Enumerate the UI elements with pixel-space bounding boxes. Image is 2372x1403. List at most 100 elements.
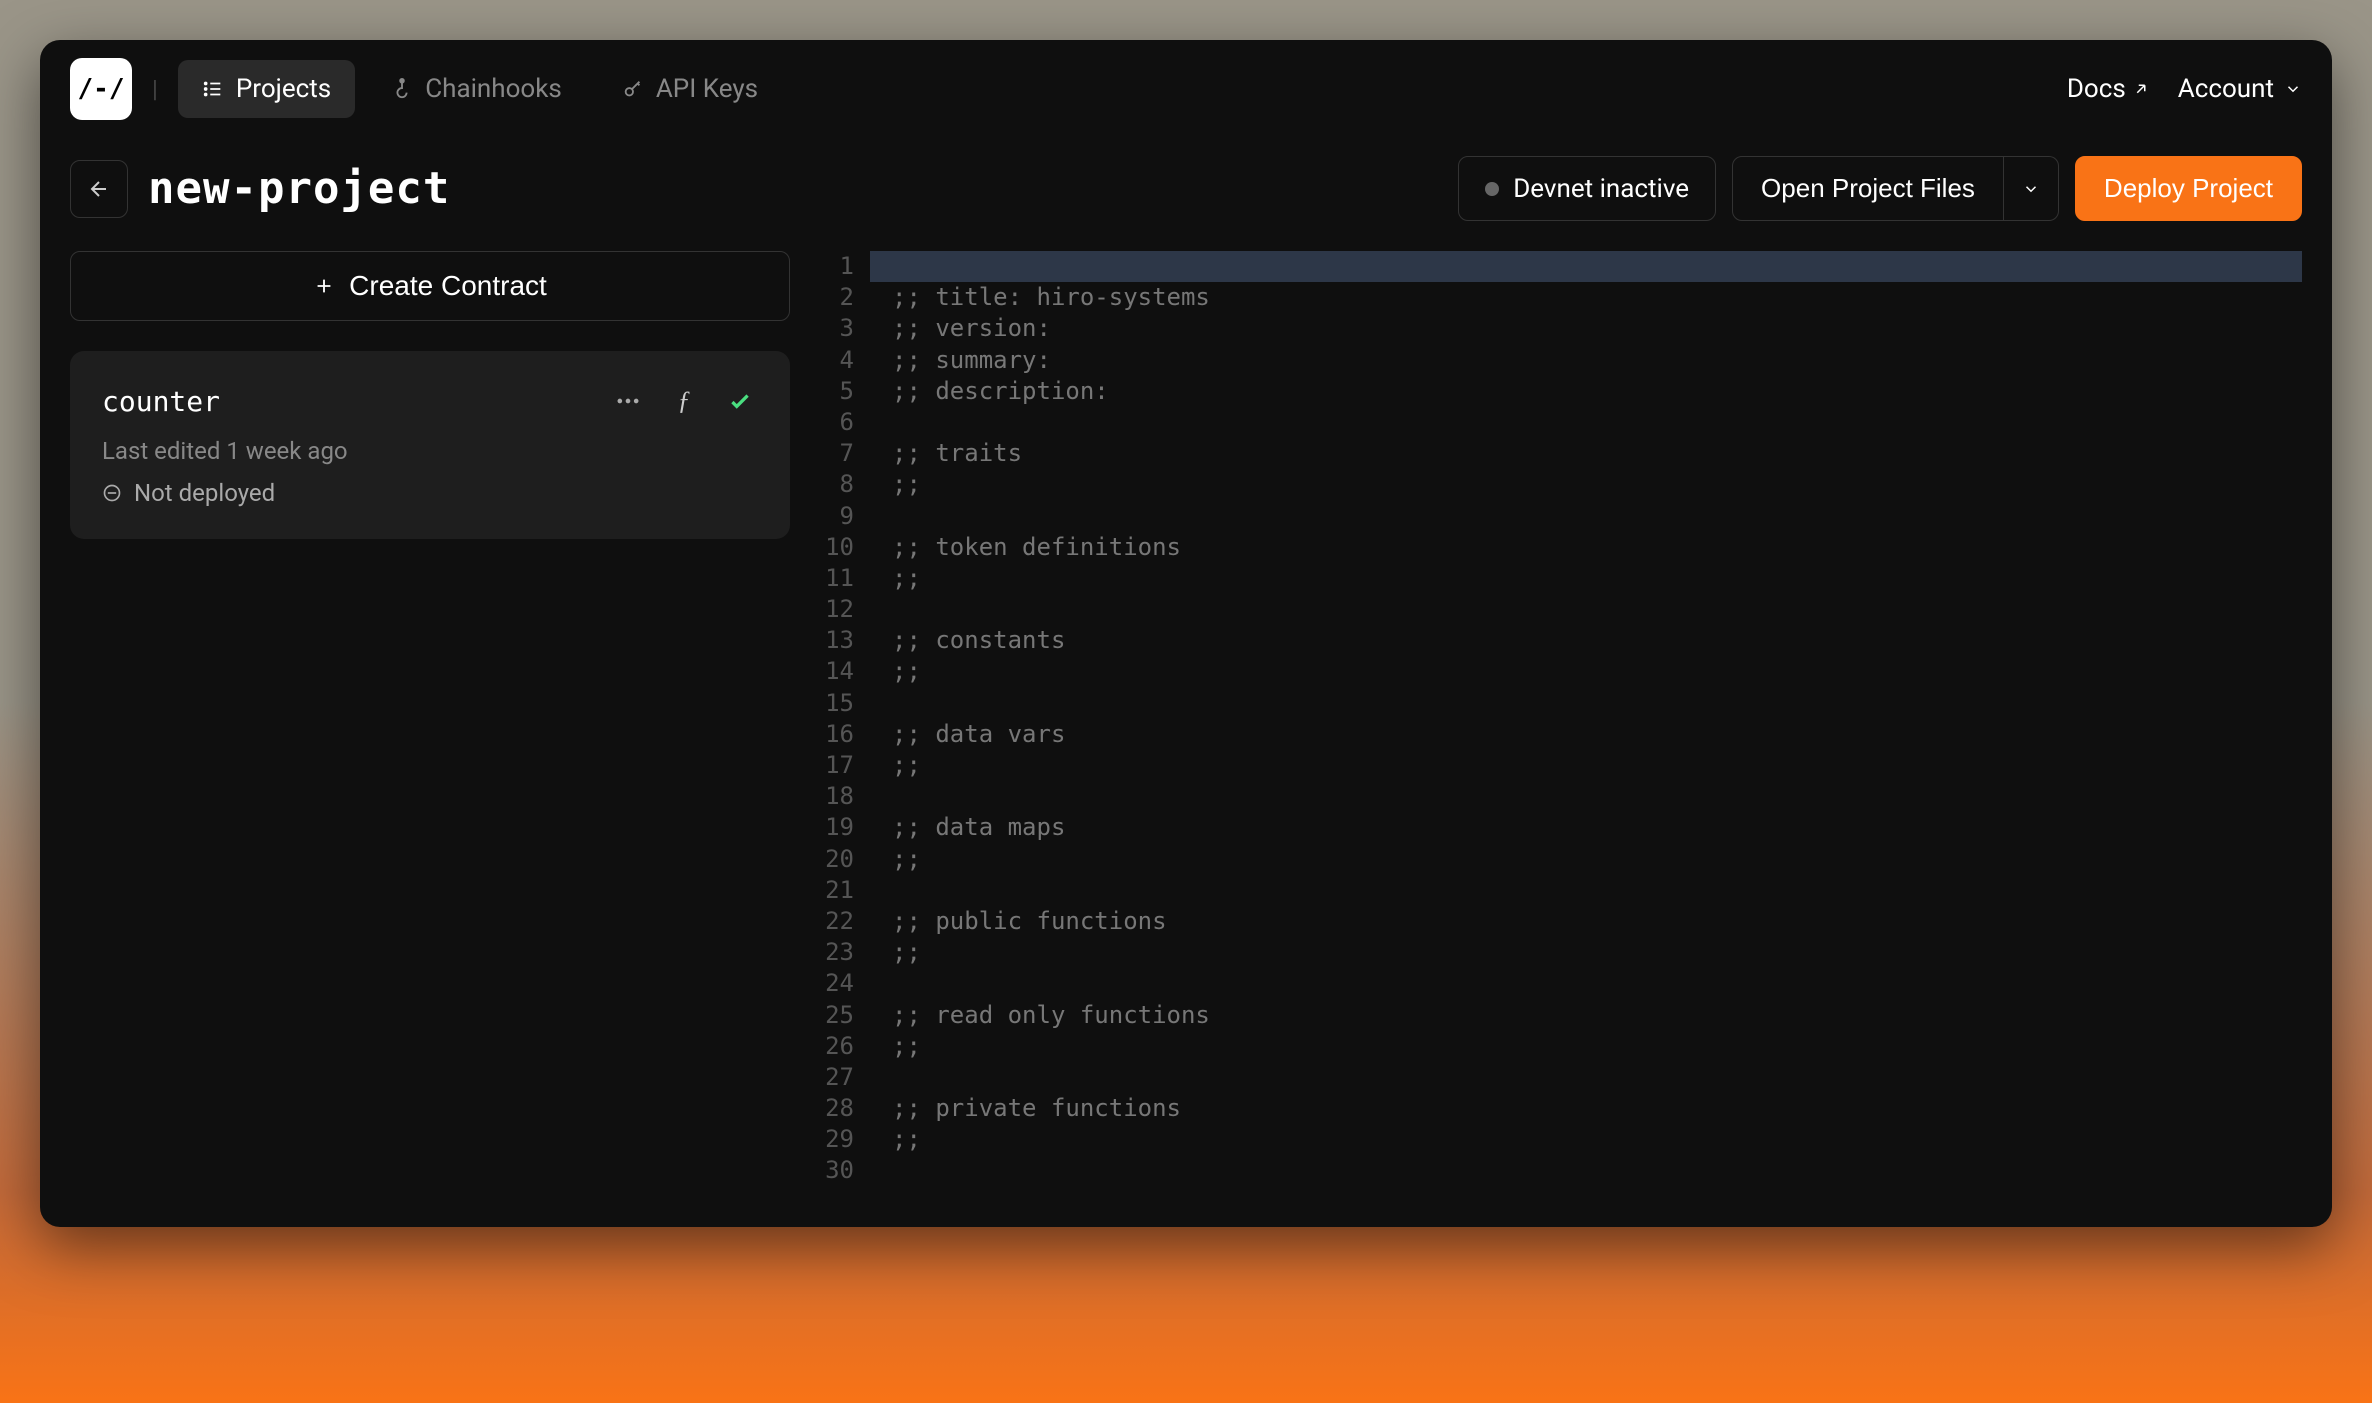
editor-line[interactable]: 22;; public functions [820, 906, 2302, 937]
editor-line[interactable]: 14;; [820, 656, 2302, 687]
editor-line[interactable]: 1 [820, 251, 2302, 282]
editor-line[interactable]: 5;; description: [820, 376, 2302, 407]
editor-line[interactable]: 8;; [820, 469, 2302, 500]
line-number: 20 [820, 844, 870, 875]
line-number: 28 [820, 1093, 870, 1124]
line-number: 24 [820, 968, 870, 999]
docs-label: Docs [2067, 74, 2126, 104]
code-text: ;; read only functions [870, 1000, 2302, 1031]
code-text: ;; public functions [870, 906, 2302, 937]
editor-line[interactable]: 19;; data maps [820, 812, 2302, 843]
code-text: ;; [870, 1124, 2302, 1155]
editor-line[interactable]: 10;; token definitions [820, 532, 2302, 563]
editor-line[interactable]: 30 [820, 1155, 2302, 1186]
nav-api-keys[interactable]: API Keys [598, 60, 782, 118]
line-number: 18 [820, 781, 870, 812]
editor-line[interactable]: 17;; [820, 750, 2302, 781]
editor-line[interactable]: 23;; [820, 937, 2302, 968]
line-number: 11 [820, 563, 870, 594]
editor-line[interactable]: 4;; summary: [820, 345, 2302, 376]
logo[interactable]: /-/ [70, 58, 132, 120]
code-text [870, 594, 2302, 625]
deploy-project-button[interactable]: Deploy Project [2075, 156, 2302, 221]
code-editor[interactable]: 12;; title: hiro-systems3;; version:4;; … [820, 251, 2302, 1187]
line-number: 1 [820, 251, 870, 282]
line-number: 13 [820, 625, 870, 656]
editor-line[interactable]: 15 [820, 688, 2302, 719]
create-contract-button[interactable]: Create Contract [70, 251, 790, 321]
code-text [870, 688, 2302, 719]
account-menu[interactable]: Account [2178, 74, 2302, 104]
list-icon [202, 78, 224, 100]
sidebar: Create Contract counter ƒ Last edited 1 … [70, 251, 790, 1187]
line-number: 26 [820, 1031, 870, 1062]
code-text: ;; private functions [870, 1093, 2302, 1124]
editor-line[interactable]: 12 [820, 594, 2302, 625]
code-text [870, 501, 2302, 532]
key-icon [622, 78, 644, 100]
line-number: 5 [820, 376, 870, 407]
contract-card-header: counter ƒ [102, 383, 758, 419]
code-text: ;; [870, 563, 2302, 594]
docs-link[interactable]: Docs [2067, 74, 2150, 104]
line-number: 3 [820, 313, 870, 344]
editor-line[interactable]: 11;; [820, 563, 2302, 594]
code-text: ;; [870, 1031, 2302, 1062]
code-text [870, 1155, 2302, 1186]
line-number: 19 [820, 812, 870, 843]
back-button[interactable] [70, 160, 128, 218]
circle-slash-icon [102, 483, 122, 503]
code-text: ;; [870, 656, 2302, 687]
nav-projects[interactable]: Projects [178, 60, 355, 118]
open-project-files-button[interactable]: Open Project Files [1732, 156, 2004, 221]
editor-line[interactable]: 7;; traits [820, 438, 2302, 469]
line-number: 17 [820, 750, 870, 781]
deploy-status-label: Not deployed [134, 479, 275, 507]
editor-line[interactable]: 29;; [820, 1124, 2302, 1155]
editor-line[interactable]: 27 [820, 1062, 2302, 1093]
editor-line[interactable]: 16;; data vars [820, 719, 2302, 750]
editor-line[interactable]: 21 [820, 875, 2302, 906]
line-number: 22 [820, 906, 870, 937]
main-content: Create Contract counter ƒ Last edited 1 … [40, 251, 2332, 1227]
dots-horizontal-icon [614, 387, 642, 415]
more-menu-button[interactable] [610, 383, 646, 419]
editor-line[interactable]: 9 [820, 501, 2302, 532]
contract-last-edited: Last edited 1 week ago [102, 437, 758, 465]
nav-chainhooks[interactable]: Chainhooks [367, 60, 586, 118]
arrow-left-icon [87, 177, 111, 201]
contract-deploy-status: Not deployed [102, 479, 758, 507]
external-link-icon [2132, 80, 2150, 98]
line-number: 12 [820, 594, 870, 625]
contract-card[interactable]: counter ƒ Last edited 1 week ago Not dep… [70, 351, 790, 539]
editor-line[interactable]: 26;; [820, 1031, 2302, 1062]
code-text [870, 875, 2302, 906]
code-text: ;; data maps [870, 812, 2302, 843]
editor-line[interactable]: 24 [820, 968, 2302, 999]
code-text [870, 1062, 2302, 1093]
line-number: 15 [820, 688, 870, 719]
code-text: ;; [870, 469, 2302, 500]
open-project-files-dropdown[interactable] [2004, 156, 2059, 221]
editor-line[interactable]: 18 [820, 781, 2302, 812]
topbar: /-/ | Projects Chainhooks API Keys Docs … [40, 40, 2332, 138]
editor-line[interactable]: 3;; version: [820, 313, 2302, 344]
editor-line[interactable]: 28;; private functions [820, 1093, 2302, 1124]
code-text [870, 781, 2302, 812]
check-status-icon [722, 383, 758, 419]
nav-chainhooks-label: Chainhooks [425, 74, 562, 104]
line-number: 6 [820, 407, 870, 438]
editor-line[interactable]: 25;; read only functions [820, 1000, 2302, 1031]
topbar-right: Docs Account [2067, 74, 2302, 104]
code-text: ;; traits [870, 438, 2302, 469]
function-icon[interactable]: ƒ [666, 383, 702, 419]
devnet-status[interactable]: Devnet inactive [1458, 156, 1716, 221]
line-number: 16 [820, 719, 870, 750]
code-text: ;; description: [870, 376, 2302, 407]
editor-line[interactable]: 20;; [820, 844, 2302, 875]
editor-line[interactable]: 2;; title: hiro-systems [820, 282, 2302, 313]
code-text [870, 251, 2302, 282]
header-actions: Devnet inactive Open Project Files Deplo… [1458, 156, 2302, 221]
editor-line[interactable]: 6 [820, 407, 2302, 438]
editor-line[interactable]: 13;; constants [820, 625, 2302, 656]
